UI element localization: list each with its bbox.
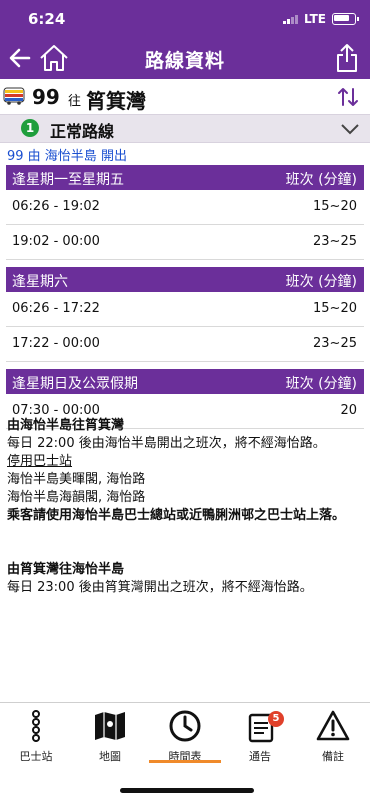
tab-label: 通告 — [249, 750, 271, 763]
notices-badge: 5 — [268, 711, 284, 727]
frequency: 15~20 — [313, 301, 357, 316]
frequency: 23~25 — [313, 234, 357, 249]
time-period: 17:22 - 00:00 — [12, 336, 100, 351]
schedule-row: 17:22 - 00:00 23~25 — [6, 327, 364, 362]
tab-label: 巴士站 — [19, 750, 53, 763]
suspended-stops-link[interactable]: 停用巴士站 — [7, 453, 363, 471]
clock-icon — [169, 710, 201, 742]
share-icon[interactable] — [336, 43, 358, 73]
time-period: 06:26 - 17:22 — [12, 301, 100, 316]
schedule-header: 逢星期六 班次 (分鐘) — [6, 267, 364, 292]
service-label: 正常路線 — [50, 122, 115, 141]
note-title: 由筲箕灣往海怡半島 — [7, 562, 125, 577]
route-header: 99 往 筲箕灣 — [0, 80, 370, 114]
schedule-row: 06:26 - 19:02 15~20 — [6, 190, 364, 225]
service-index-badge: 1 — [21, 119, 39, 137]
tab-remarks[interactable]: 備註 — [298, 709, 368, 764]
frequency-header: 班次 (分鐘) — [285, 376, 357, 392]
schedule-header: 逢星期一至星期五 班次 (分鐘) — [6, 165, 364, 190]
page-title: 路線資料 — [144, 50, 225, 72]
map-icon — [95, 712, 125, 740]
home-indicator — [120, 788, 254, 793]
signal-icon — [282, 14, 298, 24]
time-period: 06:26 - 19:02 — [12, 199, 100, 214]
bus-icon — [3, 87, 25, 105]
tab-label: 地圖 — [99, 750, 121, 763]
note-text: 海怡半島美暉閣, 海怡路 — [7, 472, 146, 487]
status-bar: 6:24 LTE — [0, 0, 370, 38]
network-label: LTE — [303, 12, 326, 26]
status-time: 6:24 — [28, 10, 66, 28]
navigation-bar: 路線資料 — [0, 38, 370, 79]
departure-note: 99 由 海怡半島 開出 — [7, 149, 127, 164]
note-title: 由海怡半島往筲箕灣 — [7, 418, 125, 433]
tab-bus-stop[interactable]: 巴士站 — [1, 709, 71, 764]
schedule-row: 06:26 - 17:22 15~20 — [6, 292, 364, 327]
frequency: 15~20 — [313, 199, 357, 214]
schedule-header: 逢星期日及公眾假期 班次 (分鐘) — [6, 369, 364, 394]
tab-bar: 巴士站 地圖 時間表 5 通告 備註 — [0, 702, 370, 801]
tab-timetable[interactable]: 時間表 — [150, 709, 220, 764]
route-direction-label: 往 — [68, 94, 82, 109]
note-text: 海怡半島海韻閣, 海怡路 — [7, 490, 146, 505]
service-selector[interactable]: 1 正常路線 — [0, 114, 370, 143]
warning-icon — [316, 710, 350, 741]
frequency-header: 班次 (分鐘) — [285, 274, 357, 290]
battery-icon — [332, 13, 359, 25]
schedule-saturday: 逢星期六 班次 (分鐘) 06:26 - 17:22 15~20 17:22 -… — [6, 267, 364, 362]
route-number: 99 — [32, 85, 60, 109]
frequency: 23~25 — [313, 336, 357, 351]
schedule-heading: 逢星期日及公眾假期 — [12, 376, 138, 392]
route-destination: 筲箕灣 — [86, 89, 146, 113]
tab-label: 備註 — [322, 750, 344, 763]
route-notes: 由海怡半島往筲箕灣 每日 22:00 後由海怡半島開出之班次，將不經海怡路。 停… — [7, 413, 363, 597]
bus-stop-icon — [32, 710, 40, 742]
schedule-weekdays: 逢星期一至星期五 班次 (分鐘) 06:26 - 19:02 15~20 19:… — [6, 165, 364, 260]
time-period: 19:02 - 00:00 — [12, 234, 100, 249]
schedule-heading: 逢星期六 — [12, 274, 68, 290]
tab-notices[interactable]: 5 通告 — [225, 709, 295, 764]
swap-direction-icon[interactable] — [336, 85, 360, 109]
frequency-header: 班次 (分鐘) — [285, 172, 357, 188]
note-text: 每日 22:00 後由海怡半島開出之班次，將不經海怡路。 — [7, 436, 326, 451]
note-text: 每日 23:00 後由筲箕灣開出之班次，將不經海怡路。 — [7, 580, 313, 595]
schedule-row: 19:02 - 00:00 23~25 — [6, 225, 364, 260]
chevron-down-icon — [341, 124, 359, 135]
active-tab-indicator — [149, 760, 221, 763]
schedule-heading: 逢星期一至星期五 — [12, 172, 124, 188]
status-indicators: LTE — [282, 12, 359, 26]
note-emphasis: 乘客請使用海怡半島巴士總站或近鴨脷洲邨之巴士站上落。 — [7, 508, 346, 523]
tab-map[interactable]: 地圖 — [75, 709, 145, 764]
